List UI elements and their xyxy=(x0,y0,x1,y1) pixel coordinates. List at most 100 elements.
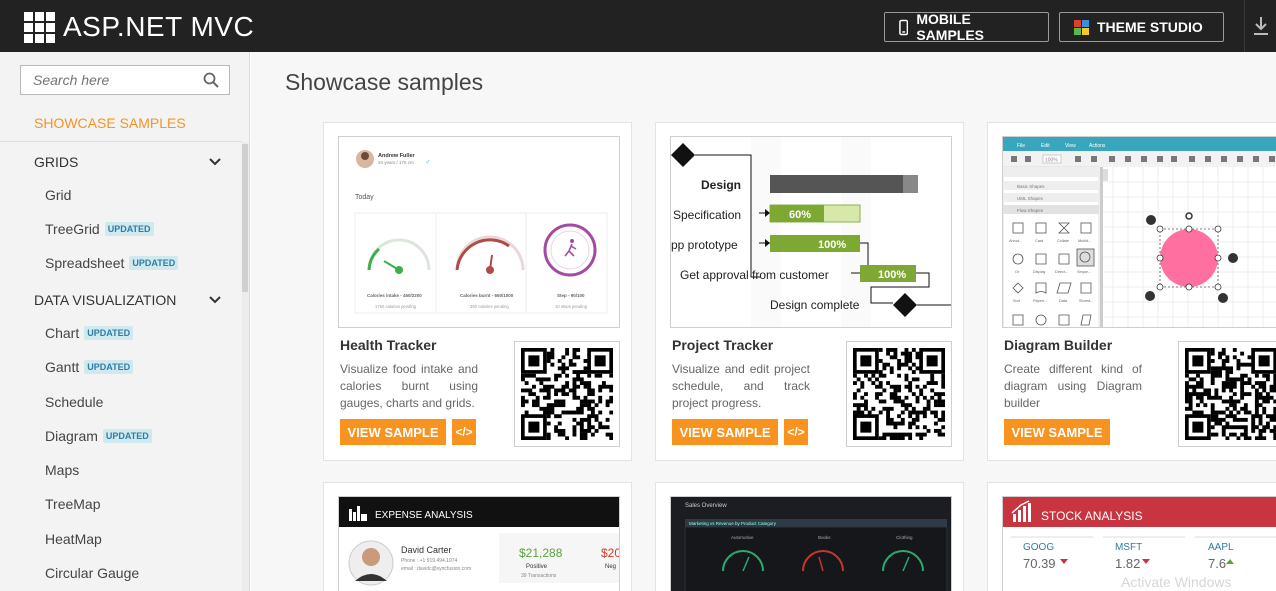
stock-analysis-thumbnail[interactable]: STOCK ANALYSIS GOOG 70.39 MSFT 1.82 AAPL… xyxy=(1002,496,1276,591)
view-sample-button[interactable]: VIEW SAMPLE xyxy=(1004,419,1110,445)
health-tracker-thumbnail[interactable]: Andrew Fuller 34 years / 175 cm ♂ Today … xyxy=(338,136,620,328)
diagram-shape-label: Multid... xyxy=(1078,239,1091,243)
diagram-builder-preview: File Edit View Actions 100% Basic Shapes… xyxy=(1003,137,1276,327)
mobile-samples-label: MOBILE SAMPLES xyxy=(916,11,985,43)
stock-ticker-name: AAPL xyxy=(1208,542,1234,553)
diagram-shape-label: Collate xyxy=(1057,239,1069,243)
theme-studio-label: THEME STUDIO xyxy=(1097,19,1203,35)
health-user-name: Andrew Fuller xyxy=(378,153,416,159)
diagram-shape-label: Paperl... xyxy=(1033,299,1047,303)
diagram-panel-label: Basic Shapes xyxy=(1017,184,1045,189)
view-code-button[interactable]: </> xyxy=(452,419,476,445)
sidebar-scrollbar-thumb[interactable] xyxy=(242,144,248,292)
sidebar-item-diagram[interactable]: Diagram UPDATED xyxy=(45,428,152,444)
section-data-visualization[interactable]: DATA VISUALIZATION xyxy=(34,292,224,308)
sidebar: SHOWCASE SAMPLES GRIDS Grid TreeGrid UPD… xyxy=(0,52,250,591)
diagram-menu-item: View xyxy=(1065,143,1076,149)
sidebar-item-label: Schedule xyxy=(45,394,104,410)
diagram-shape-label: Stored... xyxy=(1079,299,1093,303)
updated-badge: UPDATED xyxy=(84,360,134,374)
project-task-label: Get approval from customer xyxy=(680,268,829,282)
gauge-label: Calories burnt - 650/1000 xyxy=(460,293,514,298)
project-tracker-preview: Design Specification 60% pp prototype 10… xyxy=(671,137,951,327)
card-title: Project Tracker xyxy=(672,337,774,353)
sales-overview-thumbnail[interactable]: Sales Overview Marketing vs Revenue by P… xyxy=(670,496,952,591)
code-icon: </> xyxy=(787,425,805,439)
download-button[interactable] xyxy=(1244,0,1276,52)
chevron-down-icon[interactable] xyxy=(208,295,222,305)
qr-code xyxy=(514,341,620,447)
gauge-sub: 10 steps pending xyxy=(555,304,588,309)
card-title: Diagram Builder xyxy=(1004,337,1113,353)
diagram-shape-label: Or xyxy=(1015,270,1020,274)
code-icon: </> xyxy=(455,425,473,439)
sample-card-health-tracker: Andrew Fuller 34 years / 175 cm ♂ Today … xyxy=(323,122,632,461)
gauge-label: Calories intake - 450/2200 xyxy=(367,293,422,298)
sidebar-item-maps[interactable]: Maps xyxy=(45,462,79,478)
sidebar-item-circular-gauge[interactable]: Circular Gauge xyxy=(45,565,139,581)
showcase-samples-link[interactable]: SHOWCASE SAMPLES xyxy=(34,115,186,131)
sidebar-item-label: Gantt xyxy=(45,359,80,375)
updated-badge: UPDATED xyxy=(102,429,152,443)
search-input[interactable] xyxy=(21,66,196,94)
project-pct-label: 100% xyxy=(878,269,906,281)
sidebar-item-heatmap[interactable]: HeatMap xyxy=(45,531,102,547)
stock-ticker-name: MSFT xyxy=(1115,542,1142,553)
diagram-menu-item: Edit xyxy=(1041,143,1050,149)
sidebar-item-label: TreeMap xyxy=(45,496,101,512)
diagram-shape-label: Data xyxy=(1059,299,1068,303)
sidebar-item-gantt[interactable]: Gantt UPDATED xyxy=(45,359,134,375)
stock-ticker-value: 70.39 xyxy=(1023,556,1056,571)
sales-subtitle: Marketing vs Revenue by Product Category xyxy=(689,521,777,526)
view-code-button[interactable]: </> xyxy=(784,419,808,445)
expense-positive-label: Positive xyxy=(526,564,548,570)
sales-overview-preview: Sales Overview Marketing vs Revenue by P… xyxy=(671,497,951,591)
chevron-down-icon[interactable] xyxy=(208,157,222,167)
health-gauge-steps: Step - 90/100 10 steps pending xyxy=(543,223,597,309)
sidebar-item-chart[interactable]: Chart UPDATED xyxy=(45,325,134,341)
diagram-shape-label: Card xyxy=(1035,239,1043,243)
mobile-phone-icon xyxy=(899,19,909,35)
expense-user-phone: Phone : +1 919.494.1974 xyxy=(401,558,458,564)
gauge-sub: 350 calories pending xyxy=(470,304,509,309)
expense-analysis-thumbnail[interactable]: EXPENSE ANALYSIS David Carter Phone : +1… xyxy=(338,496,620,591)
diagram-menu-item: Actions xyxy=(1089,143,1106,149)
theme-studio-button[interactable]: THEME STUDIO xyxy=(1059,12,1224,42)
logo[interactable]: ASP.NET MVC xyxy=(24,11,254,43)
diagram-panel-label: Flow Shapes xyxy=(1017,208,1044,213)
view-sample-button[interactable]: VIEW SAMPLE xyxy=(672,419,778,445)
sidebar-item-grid[interactable]: Grid xyxy=(45,187,71,203)
search-icon[interactable] xyxy=(203,72,219,93)
gauge-label: Step - 90/100 xyxy=(557,293,585,298)
sidebar-item-label: Maps xyxy=(45,462,80,478)
stock-ticker-value: 1.82 xyxy=(1115,556,1140,571)
sidebar-item-label: Circular Gauge xyxy=(45,565,140,581)
card-title: Health Tracker xyxy=(340,337,437,353)
health-tracker-preview: Andrew Fuller 34 years / 175 cm ♂ Today … xyxy=(354,150,608,314)
expense-positive-sub: 39 Transactions xyxy=(521,573,557,579)
project-tracker-thumbnail[interactable]: Design Specification 60% pp prototype 10… xyxy=(670,136,952,328)
logo-grid-icon xyxy=(24,11,55,43)
diagram-builder-thumbnail[interactable]: File Edit View Actions 100% Basic Shapes… xyxy=(1002,136,1276,328)
project-pct-label: 100% xyxy=(818,239,846,251)
sidebar-item-schedule[interactable]: Schedule xyxy=(45,394,103,410)
view-sample-button[interactable]: VIEW SAMPLE xyxy=(340,419,446,445)
diagram-zoom-value: 100% xyxy=(1045,158,1058,164)
sidebar-item-treegrid[interactable]: TreeGrid UPDATED xyxy=(45,221,154,237)
expense-user-name: David Carter xyxy=(401,545,452,555)
diagram-shape-label: Direct... xyxy=(1055,270,1068,274)
project-design-label: Design xyxy=(701,178,741,192)
mobile-samples-button[interactable]: MOBILE SAMPLES xyxy=(884,11,1049,43)
health-gauge-burnt: Calories burnt - 650/1000 350 calories p… xyxy=(455,235,525,309)
project-task-label: Specification xyxy=(673,208,741,222)
search-box xyxy=(20,65,230,95)
activate-windows-watermark: Activate Windows xyxy=(1121,574,1231,590)
section-data-visualization-label: DATA VISUALIZATION xyxy=(34,292,177,308)
section-grids[interactable]: GRIDS xyxy=(34,154,224,170)
diagram-shape-label: Seque... xyxy=(1077,270,1091,274)
updated-badge: UPDATED xyxy=(104,222,154,236)
sidebar-item-treemap[interactable]: TreeMap xyxy=(45,496,101,512)
sales-gauge-label: Clothing xyxy=(896,535,913,540)
sidebar-item-spreadsheet[interactable]: Spreadsheet UPDATED xyxy=(45,255,179,271)
svg-text:♂: ♂ xyxy=(425,159,430,166)
